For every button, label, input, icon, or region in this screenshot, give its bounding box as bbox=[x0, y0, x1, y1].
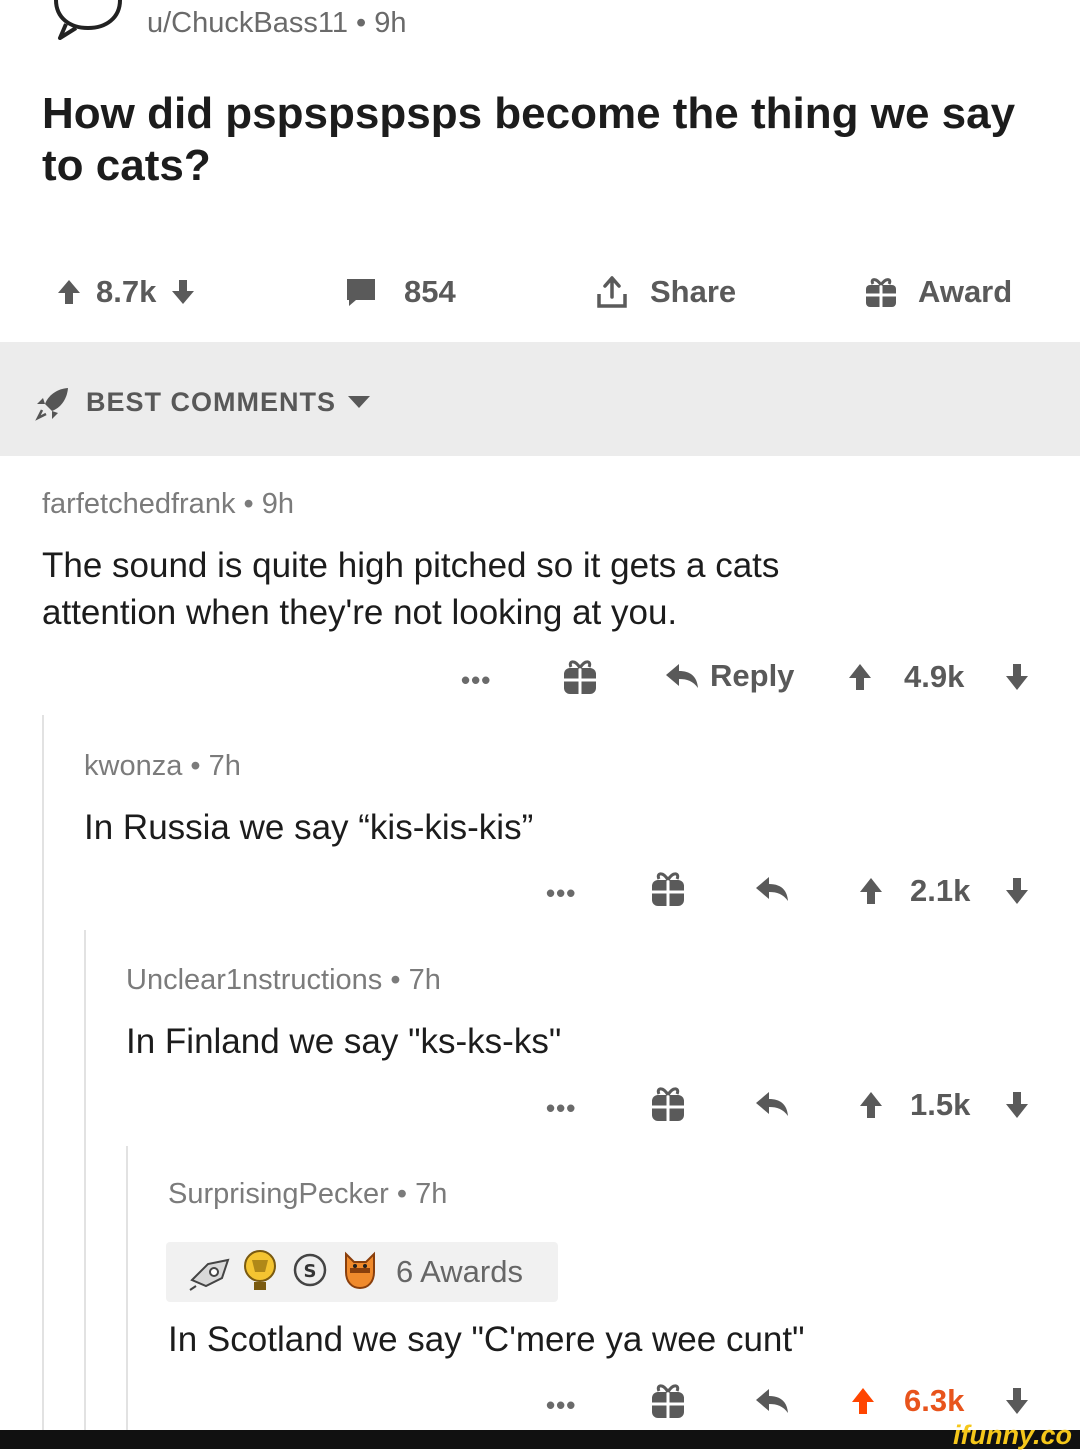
comment-meta: farfetchedfrank • 9h bbox=[42, 486, 294, 522]
separator-dot: • bbox=[390, 964, 401, 996]
upvote-icon[interactable] bbox=[858, 876, 884, 906]
reply-label: Reply bbox=[710, 658, 795, 693]
gift-icon bbox=[864, 275, 898, 309]
comment-author[interactable]: Unclear1nstructions bbox=[126, 964, 382, 996]
comment-count: 854 bbox=[404, 274, 456, 309]
thread-line bbox=[42, 715, 44, 1430]
downvote-icon[interactable] bbox=[170, 278, 196, 306]
downvote-icon[interactable] bbox=[1004, 1386, 1030, 1416]
award-rocket-icon bbox=[188, 1252, 232, 1292]
op-avatar-icon bbox=[52, 0, 124, 40]
post-vote-bar: 8.7k bbox=[56, 270, 196, 314]
watermark-bar bbox=[0, 1430, 1080, 1449]
reply-icon bbox=[664, 661, 700, 691]
comment-body: In Scotland we say "C'mere ya wee cunt" bbox=[168, 1320, 805, 1359]
more-options-button[interactable]: ••• bbox=[546, 878, 576, 908]
share-icon bbox=[596, 275, 628, 309]
comment-vote-count: 2.1k bbox=[910, 873, 971, 908]
svg-text:S: S bbox=[304, 1261, 317, 1282]
upvote-icon-active[interactable] bbox=[850, 1386, 876, 1416]
watermark-logo: ifunny.co bbox=[953, 1420, 1072, 1450]
comment-author[interactable]: SurprisingPecker bbox=[168, 1178, 389, 1210]
comment-vote-count-active: 6.3k bbox=[904, 1383, 965, 1418]
award-button[interactable]: Award bbox=[864, 270, 1026, 314]
comment-body: In Russia we say “kis-kis-kis” bbox=[84, 808, 534, 847]
downvote-icon[interactable] bbox=[1004, 662, 1030, 692]
comment-icon bbox=[344, 276, 378, 308]
more-options-button[interactable]: ••• bbox=[546, 1093, 576, 1123]
downvote-icon[interactable] bbox=[1004, 876, 1030, 906]
award-cat-icon bbox=[340, 1248, 380, 1290]
separator-dot: • bbox=[190, 750, 201, 782]
separator-dot: • bbox=[356, 7, 367, 39]
comment-author[interactable]: farfetchedfrank bbox=[42, 488, 235, 520]
thread-line bbox=[84, 930, 86, 1430]
more-options-button[interactable]: ••• bbox=[546, 1390, 576, 1420]
caret-down-icon[interactable] bbox=[346, 394, 372, 410]
comment-age: 9h bbox=[261, 488, 294, 520]
share-button[interactable]: Share bbox=[596, 270, 750, 314]
gift-icon[interactable] bbox=[650, 1085, 686, 1123]
comment-age: 7h bbox=[208, 750, 241, 782]
comment-age: 7h bbox=[408, 964, 441, 996]
comment-meta: kwonza • 7h bbox=[84, 748, 241, 784]
award-coin-s-icon: S bbox=[292, 1252, 328, 1288]
comment-author[interactable]: kwonza bbox=[84, 750, 182, 782]
reply-icon[interactable] bbox=[754, 1089, 790, 1119]
award-trophy-icon bbox=[240, 1248, 280, 1292]
comment-body: The sound is quite high pitched so it ge… bbox=[42, 546, 780, 632]
post-author[interactable]: u/ChuckBass11 bbox=[147, 7, 348, 39]
separator-dot: • bbox=[396, 1178, 408, 1210]
awards-count: 6 Awards bbox=[396, 1254, 523, 1289]
comment-vote-count: 1.5k bbox=[910, 1087, 971, 1122]
upvote-icon[interactable] bbox=[847, 662, 873, 692]
gift-icon[interactable] bbox=[562, 658, 598, 696]
comments-button[interactable]: 854 bbox=[344, 270, 470, 314]
sort-label: BEST COMMENTS bbox=[86, 387, 337, 417]
post-vote-count: 8.7k bbox=[96, 274, 157, 309]
upvote-icon[interactable] bbox=[56, 278, 82, 306]
rocket-icon bbox=[34, 384, 72, 422]
more-options-button[interactable]: ••• bbox=[461, 665, 491, 695]
reply-icon[interactable] bbox=[754, 874, 790, 904]
post-title[interactable]: How did pspspspsps become the thing we s… bbox=[42, 88, 1042, 192]
gift-icon[interactable] bbox=[650, 1382, 686, 1420]
downvote-icon[interactable] bbox=[1004, 1090, 1030, 1120]
post-age: 9h bbox=[374, 7, 407, 39]
comment-meta: SurprisingPecker • 7h bbox=[168, 1176, 447, 1212]
comment-age: 7h bbox=[415, 1178, 448, 1210]
comment-body: In Finland we say "ks-ks-ks" bbox=[126, 1022, 562, 1061]
comment-meta: Unclear1nstructions • 7h bbox=[126, 962, 441, 998]
reply-button[interactable]: Reply bbox=[664, 656, 794, 696]
separator-dot: • bbox=[243, 488, 254, 520]
thread-line bbox=[126, 1146, 128, 1430]
award-label: Award bbox=[918, 274, 1013, 309]
post-meta: u/ChuckBass11 • 9h bbox=[147, 4, 407, 42]
sort-selector[interactable]: BEST COMMENTS bbox=[86, 386, 336, 418]
comment-vote-count: 4.9k bbox=[904, 659, 965, 694]
share-label: Share bbox=[650, 274, 737, 309]
upvote-icon[interactable] bbox=[858, 1090, 884, 1120]
gift-icon[interactable] bbox=[650, 870, 686, 908]
reply-icon[interactable] bbox=[754, 1386, 790, 1416]
